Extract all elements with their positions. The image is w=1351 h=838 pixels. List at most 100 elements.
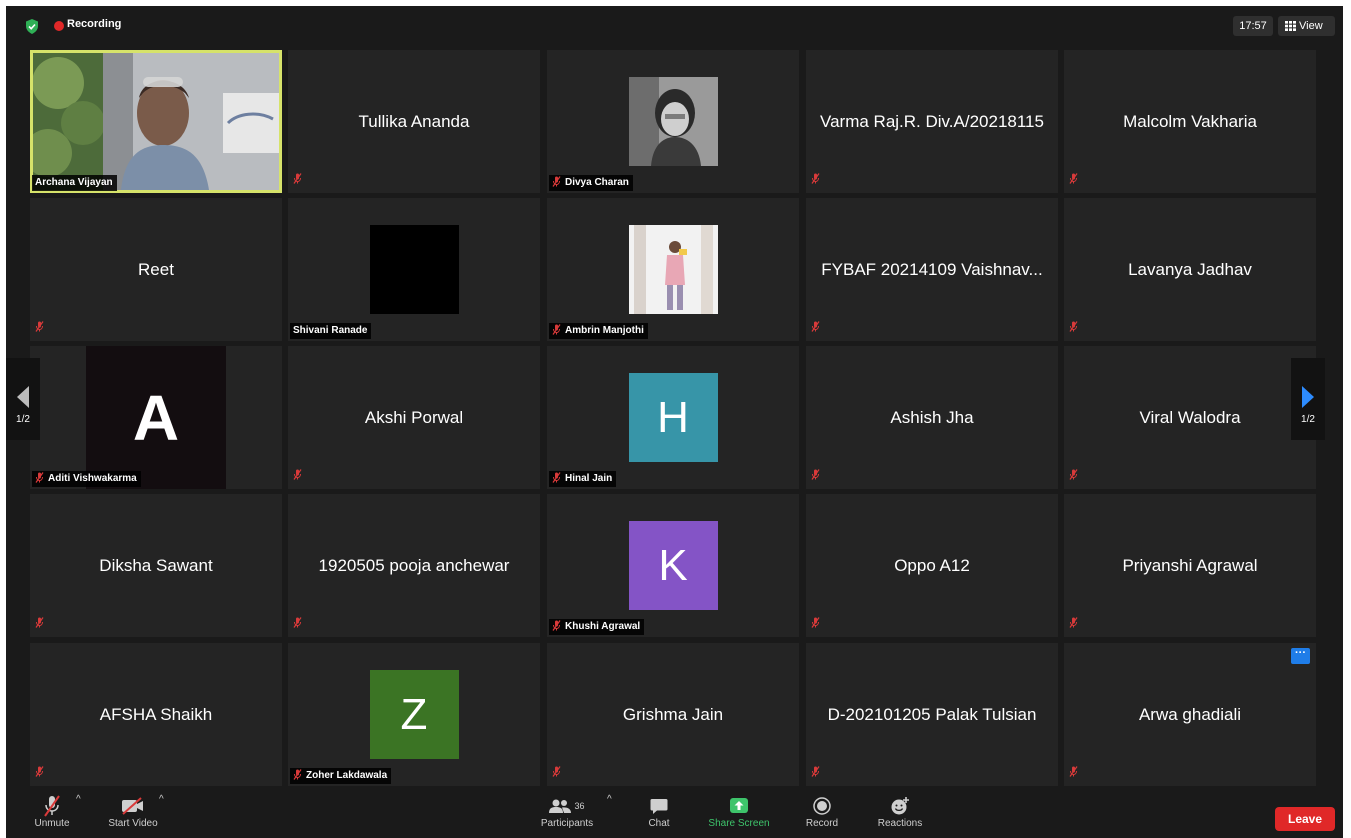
start-video-label: Start Video	[108, 818, 158, 829]
participant-tile[interactable]: Malcolm Vakharia	[1064, 50, 1316, 193]
muted-mic-icon	[35, 472, 44, 483]
muted-mic-badge	[1069, 319, 1078, 337]
muted-mic-icon	[552, 176, 561, 187]
participant-tile[interactable]: FYBAF 20214109 Vaishnav...	[806, 198, 1058, 341]
view-label: View	[1299, 20, 1323, 32]
muted-mic-badge	[293, 467, 302, 485]
muted-mic-icon	[1069, 173, 1078, 184]
participant-name: Divya Charan	[565, 177, 629, 188]
share-screen-icon	[730, 798, 748, 813]
participant-tile[interactable]: Shivani Ranade	[288, 198, 540, 341]
muted-mic-icon	[811, 766, 820, 777]
muted-mic-icon	[1069, 766, 1078, 777]
muted-mic-icon	[293, 469, 302, 480]
participant-tile[interactable]: Z Zoher Lakdawala	[288, 643, 540, 786]
chat-label: Chat	[648, 818, 670, 829]
participant-name: FYBAF 20214109 Vaishnav...	[821, 259, 1043, 279]
participant-tile[interactable]: K Khushi Agrawal	[547, 494, 799, 637]
muted-mic-icon	[293, 173, 302, 184]
record-button[interactable]: Record	[800, 794, 844, 829]
muted-mic-badge	[35, 319, 44, 337]
muted-mic-icon	[811, 173, 820, 184]
share-screen-button[interactable]: Share Screen	[702, 794, 776, 829]
leave-button[interactable]: Leave	[1275, 807, 1335, 831]
participant-name-label: Zoher Lakdawala	[290, 768, 392, 784]
arrow-right-icon	[1302, 386, 1314, 408]
participant-name-label: Khushi Agrawal	[549, 619, 645, 635]
participant-tile[interactable]: Ambrin Manjothi	[547, 198, 799, 341]
muted-mic-icon	[293, 769, 302, 780]
participant-tile[interactable]: Divya Charan	[547, 50, 799, 193]
participant-name-label: Ambrin Manjothi	[549, 323, 648, 339]
participant-tile[interactable]: Oppo A12	[806, 494, 1058, 637]
participant-tile[interactable]: Tullika Ananda	[288, 50, 540, 193]
participant-tile[interactable]: D-202101205 Palak Tulsian	[806, 643, 1058, 786]
arrow-left-icon	[17, 386, 29, 408]
participant-name: 1920505 pooja anchewar	[318, 555, 510, 575]
muted-mic-icon	[1069, 617, 1078, 628]
participants-button[interactable]: 36 Participants	[534, 794, 600, 829]
profile-photo	[628, 77, 718, 166]
participant-tile[interactable]: Akshi Porwal	[288, 346, 540, 489]
participant-name-label: Archana Vijayan	[32, 175, 117, 191]
muted-mic-badge	[293, 615, 302, 633]
grid-icon	[1285, 21, 1296, 31]
participant-tile[interactable]: H Hinal Jain	[547, 346, 799, 489]
avatar-initial: A	[86, 346, 226, 489]
participant-name: Varma Raj.R. Div.A/20218115	[820, 111, 1044, 131]
audio-options-caret-icon[interactable]: ^	[76, 794, 81, 805]
participant-tile[interactable]: Priyanshi Agrawal	[1064, 494, 1316, 637]
participant-name: Archana Vijayan	[35, 177, 113, 188]
next-page-button[interactable]: 1/2	[1291, 358, 1325, 440]
view-button[interactable]: View	[1278, 16, 1335, 36]
top-bar: Recording 17:57 View	[6, 6, 1343, 46]
participant-tile[interactable]: Arwa ghadiali ···	[1064, 643, 1316, 786]
participant-name-label: Shivani Ranade	[290, 323, 372, 339]
participant-tile[interactable]: 1920505 pooja anchewar	[288, 494, 540, 637]
more-options-button[interactable]: ···	[1291, 648, 1310, 664]
participant-name: Priyanshi Agrawal	[1122, 555, 1258, 575]
muted-mic-badge	[811, 764, 820, 782]
start-video-button[interactable]: Start Video	[102, 794, 164, 829]
muted-mic-badge	[811, 615, 820, 633]
participant-tile[interactable]: Reet	[30, 198, 282, 341]
participant-name: Lavanya Jadhav	[1128, 259, 1252, 279]
recording-dot-icon	[54, 21, 64, 31]
participants-options-caret-icon[interactable]: ^	[607, 794, 612, 805]
muted-mic-badge	[811, 319, 820, 337]
muted-mic-badge	[293, 171, 302, 189]
participant-tile[interactable]: Varma Raj.R. Div.A/20218115	[806, 50, 1058, 193]
video-options-caret-icon[interactable]: ^	[159, 794, 164, 805]
reactions-label: Reactions	[877, 818, 923, 829]
participants-icon	[549, 799, 572, 813]
chat-button[interactable]: Chat	[642, 794, 676, 829]
reactions-button[interactable]: Reactions	[870, 794, 930, 829]
muted-mic-badge	[811, 171, 820, 189]
muted-mic-badge	[1069, 467, 1078, 485]
participant-tile[interactable]: A Aditi Vishwakarma	[30, 346, 282, 489]
participant-tile[interactable]: Diksha Sawant	[30, 494, 282, 637]
participant-name: Arwa ghadiali	[1138, 704, 1242, 724]
participant-name: Tullika Ananda	[358, 111, 470, 131]
muted-mic-icon	[811, 617, 820, 628]
muted-mic-icon	[552, 324, 561, 335]
previous-page-button[interactable]: 1/2	[6, 358, 40, 440]
participants-label: Participants	[540, 818, 594, 829]
participant-video	[30, 53, 279, 190]
participant-tile[interactable]: Grishma Jain	[547, 643, 799, 786]
muted-mic-icon	[35, 321, 44, 332]
participant-tile[interactable]: Viral Walodra	[1064, 346, 1316, 489]
shield-icon[interactable]	[25, 19, 39, 34]
participant-tile[interactable]: AFSHA Shaikh	[30, 643, 282, 786]
participant-tile[interactable]: Archana Vijayan	[30, 50, 282, 193]
chat-icon	[650, 798, 668, 814]
participant-name: D-202101205 Palak Tulsian	[827, 704, 1037, 724]
unmute-button[interactable]: Unmute	[28, 794, 76, 829]
participant-name-label: Divya Charan	[549, 175, 633, 191]
participant-name: Diksha Sawant	[99, 555, 213, 575]
recording-label[interactable]: Recording	[67, 18, 121, 30]
participant-tile[interactable]: Ashish Jha	[806, 346, 1058, 489]
participant-tile[interactable]: Lavanya Jadhav	[1064, 198, 1316, 341]
participant-name: Oppo A12	[894, 555, 970, 575]
record-icon	[813, 797, 831, 815]
